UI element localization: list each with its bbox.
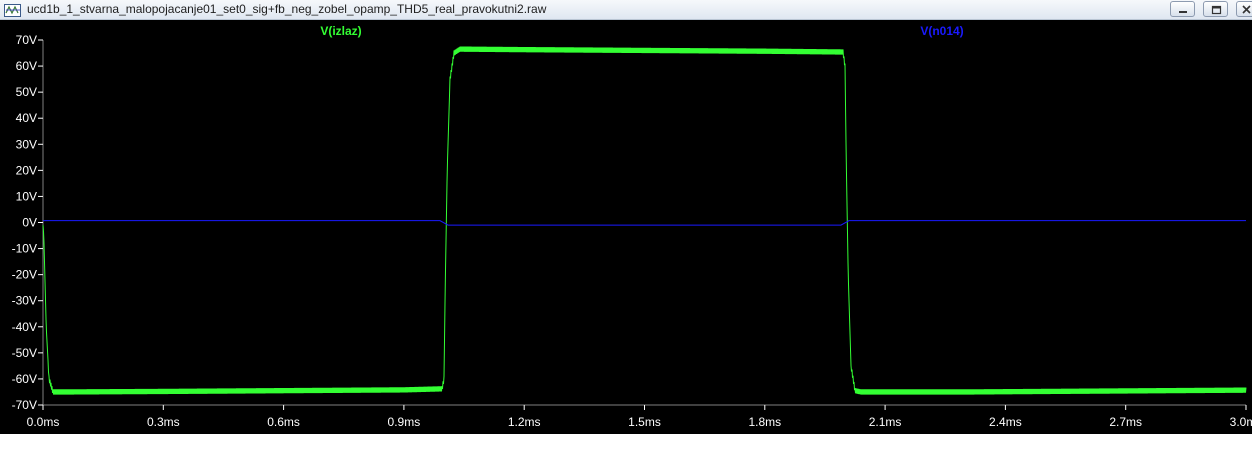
y-tick-label: -70V <box>12 398 37 412</box>
y-tick-label: 20V <box>16 163 37 177</box>
close-button[interactable] <box>1236 1 1252 17</box>
minimize-icon <box>1179 11 1187 13</box>
waveform-app-icon <box>4 4 21 17</box>
restore-button[interactable] <box>1203 1 1228 17</box>
y-tick-label: -10V <box>12 242 37 256</box>
y-tick-label: 30V <box>16 137 37 151</box>
x-tick-label: 0.3ms <box>147 415 180 429</box>
x-tick-label: 1.8ms <box>748 415 781 429</box>
plot-background <box>0 20 1252 434</box>
x-tick-label: 1.5ms <box>628 415 661 429</box>
window-title: ucd1b_1_stvarna_malopojacanje01_set0_sig… <box>27 2 547 16</box>
chart-svg[interactable]: 70V 60V 50V 40V 30V 20V 10V 0V -10V -20V -30V -40V -… <box>0 20 1252 434</box>
legend-v-izlaz[interactable]: V(izlaz) <box>320 24 361 38</box>
x-tick-label: 0.0ms <box>27 415 60 429</box>
x-tick-label: 2.4ms <box>989 415 1022 429</box>
x-tick-label: 2.1ms <box>869 415 902 429</box>
x-tick-label: 3.0ms <box>1230 415 1252 429</box>
y-tick-label: 10V <box>16 189 37 203</box>
y-tick-label: 50V <box>16 85 37 99</box>
minimize-button[interactable] <box>1170 1 1195 17</box>
waveform-plot[interactable]: 70V 60V 50V 40V 30V 20V 10V 0V -10V -20V -30V -40V -… <box>0 20 1252 434</box>
restore-icon <box>1211 5 1222 15</box>
x-tick-label: 1.2ms <box>508 415 541 429</box>
window-titlebar: ucd1b_1_stvarna_malopojacanje01_set0_sig… <box>0 0 1252 20</box>
y-tick-label: -40V <box>12 320 37 334</box>
y-tick-label: 60V <box>16 59 37 73</box>
y-tick-label: 0V <box>22 216 37 230</box>
y-tick-label: -50V <box>12 346 37 360</box>
legend-v-n014[interactable]: V(n014) <box>920 24 963 38</box>
x-tick-label: 2.7ms <box>1109 415 1142 429</box>
x-tick-label: 0.6ms <box>267 415 300 429</box>
bottom-margin <box>0 434 1252 460</box>
y-tick-label: -60V <box>12 372 37 386</box>
x-tick-label: 0.9ms <box>388 415 421 429</box>
y-tick-label: 70V <box>16 33 37 47</box>
y-tick-label: 40V <box>16 111 37 125</box>
y-tick-label: -20V <box>12 268 37 282</box>
close-icon <box>1242 5 1251 14</box>
y-tick-label: -30V <box>12 294 37 308</box>
